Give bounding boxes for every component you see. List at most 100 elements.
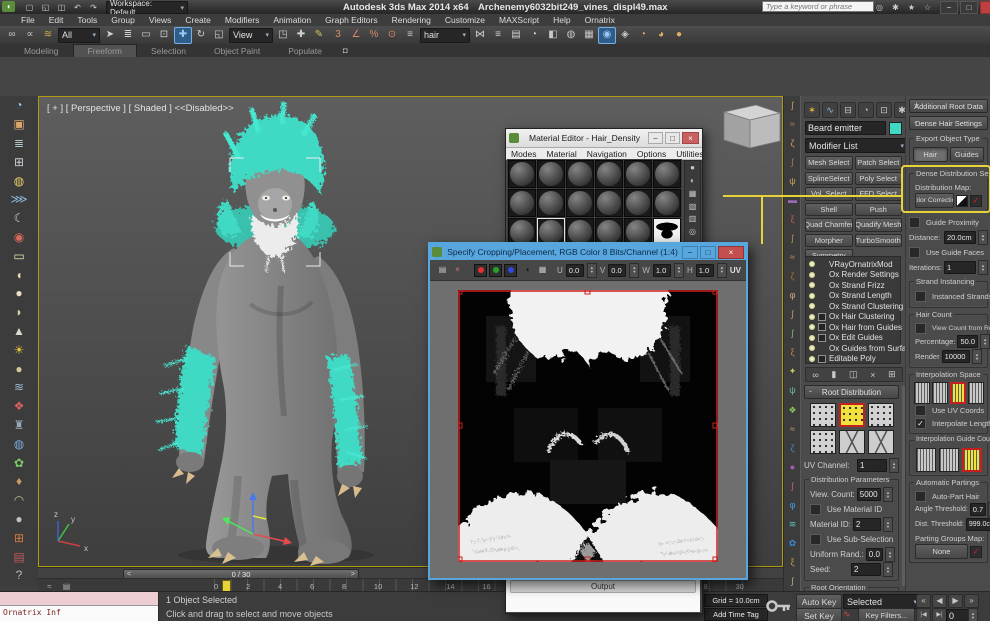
menu-item[interactable]: Help [546, 15, 577, 25]
modifier-stack-item[interactable]: Editable Poly [806, 354, 900, 365]
ornatrix-tool-icon[interactable]: ψ [789, 177, 795, 186]
uv-channel-field[interactable]: 1 [857, 459, 887, 472]
output-rollout[interactable]: Output [510, 580, 696, 593]
crop-tool-icon[interactable]: × [450, 263, 465, 277]
toolbar-icon[interactable]: ✚ [174, 27, 192, 44]
left-toolbar-icon[interactable]: ≋ [6, 378, 32, 396]
material-editor-tool-icon[interactable]: ● [690, 163, 695, 172]
color-correction-map-button[interactable]: ( Color Correction ) [915, 193, 954, 208]
frame-forward-arrow[interactable]: > [351, 571, 355, 578]
toolbar-icon[interactable]: ▭ [137, 27, 155, 44]
crop-tool-icon[interactable]: ◖ [520, 263, 535, 277]
left-toolbar-icon[interactable]: ☀ [6, 341, 32, 359]
distribution-thumbnail[interactable] [868, 430, 894, 454]
ornatrix-tool-icon[interactable]: ❖ [788, 406, 796, 415]
ribbon-tab[interactable]: Modeling [10, 45, 73, 57]
toolbar-icon[interactable]: ✚ [292, 27, 310, 44]
w-spinner[interactable] [674, 263, 684, 278]
ornatrix-tool-icon[interactable]: ✦ [789, 367, 797, 376]
u-field[interactable]: 0.0 [566, 264, 584, 277]
left-toolbar-icon[interactable]: ● [6, 360, 32, 378]
left-toolbar-icon[interactable]: ⊞ [6, 153, 32, 171]
playback-button[interactable]: » [964, 594, 979, 608]
toolbar-icon[interactable]: ◍ [562, 27, 580, 44]
maxscript-mini-listener[interactable]: Ornatrix Inf [0, 592, 159, 621]
menu-item[interactable]: Animation [266, 15, 318, 25]
close-button[interactable]: × [980, 1, 990, 14]
ornatrix-tool-icon[interactable]: ξ [790, 558, 794, 567]
keying-mode-dropdown[interactable]: Selected [843, 594, 921, 609]
ribbon-tab[interactable]: Object Paint [200, 45, 274, 57]
auto-key-button[interactable]: Auto Key [796, 594, 842, 609]
left-toolbar-icon[interactable]: ☾ [6, 209, 32, 227]
quick-access-icon[interactable]: ▢ [22, 1, 37, 15]
view-count-spinner[interactable] [883, 487, 893, 502]
left-toolbar-icon[interactable]: ⋙ [6, 190, 32, 208]
playback-button[interactable]: ▶ [948, 594, 963, 608]
dist-threshold-field[interactable]: 999.0cm [966, 518, 990, 531]
workspace-dropdown[interactable]: Workspace: Default [106, 1, 188, 14]
add-time-tag[interactable]: Add Time Tag [704, 608, 768, 621]
crop-tool-icon[interactable]: ▦ [535, 263, 550, 277]
toolbar-icon[interactable]: ➤ [101, 27, 119, 44]
search-input[interactable] [762, 1, 874, 12]
toolbar-icon[interactable]: ⊙ [383, 27, 401, 44]
left-toolbar-icon[interactable]: ◉ [6, 228, 32, 246]
left-toolbar-icon[interactable]: ≣ [6, 134, 32, 152]
quick-access-icon[interactable]: ↷ [86, 1, 101, 15]
viewport-label[interactable]: [ + ] [ Perspective ] [ Shaded ] <<Disab… [47, 103, 234, 114]
modifier-visibility-icon[interactable] [809, 261, 815, 267]
crop-tool-icon[interactable]: ▤ [435, 263, 450, 277]
material-sample-slot[interactable] [508, 160, 536, 188]
key-curve-icon[interactable]: ∿ [843, 609, 851, 620]
command-panel-tab[interactable]: ◔ [858, 102, 874, 118]
ornatrix-tool-icon[interactable]: ζ [791, 272, 795, 281]
menu-item[interactable]: Ornatrix [578, 15, 622, 25]
modifier-button[interactable]: Push [855, 203, 903, 217]
menu-item[interactable]: Customize [438, 15, 492, 25]
material-sample-slot[interactable] [595, 189, 623, 217]
named-selection-dropdown[interactable]: hair [420, 28, 470, 43]
toolbar-icon[interactable]: ◕ [652, 27, 670, 44]
modifier-visibility-icon[interactable] [809, 345, 815, 351]
channel-toggle[interactable] [474, 264, 487, 277]
v-spinner[interactable] [629, 263, 639, 278]
toolbar-icon[interactable]: ◳ [274, 27, 292, 44]
v-field[interactable]: 0.0 [608, 264, 626, 277]
modifier-enable-box[interactable] [818, 355, 826, 363]
selection-filter-dropdown[interactable]: All [58, 28, 100, 43]
crop-dialog-close[interactable]: × [718, 246, 744, 259]
modifier-stack-item[interactable]: Ox Strand Length [806, 291, 900, 302]
key-filters-button[interactable]: Key Filters... [858, 608, 915, 621]
modifier-button[interactable]: Patch Select [855, 156, 903, 170]
command-panel-tab[interactable]: ✶ [804, 102, 820, 118]
use-uv-coords-checkbox[interactable] [915, 405, 926, 416]
toolbar-icon[interactable]: ≡ [401, 27, 419, 44]
modifier-visibility-icon[interactable] [809, 282, 815, 288]
modifier-button[interactable]: Quad Chamfer [805, 218, 853, 232]
left-toolbar-icon[interactable]: ♜ [6, 416, 32, 434]
left-toolbar-icon[interactable]: ▭ [6, 247, 32, 265]
modifier-visibility-icon[interactable] [809, 293, 815, 299]
toolbar-icon[interactable]: ◱ [210, 27, 228, 44]
distribution-thumbnail[interactable] [868, 403, 894, 427]
distribution-thumbnail[interactable] [839, 403, 865, 427]
crop-dialog-minimize[interactable]: − [682, 246, 698, 259]
interpolate-length-checkbox[interactable] [915, 418, 926, 429]
distance-spinner[interactable] [978, 230, 988, 245]
toolbar-icon[interactable]: ∠ [347, 27, 365, 44]
material-editor-menu-item[interactable]: Navigation [582, 149, 632, 159]
modifier-stack-item[interactable]: Ox Edit Guides [806, 333, 900, 344]
modifier-stack-item[interactable]: Ox Hair Clustering [806, 312, 900, 323]
channel-toggle[interactable] [489, 264, 502, 277]
quick-access-icon[interactable]: ◫ [54, 1, 69, 15]
material-editor-tool-icon[interactable]: ▦ [689, 189, 697, 198]
command-panel-tab[interactable]: ⊟ [840, 102, 856, 118]
ornatrix-tool-icon[interactable]: φ [790, 291, 796, 300]
parting-map-enable-toggle[interactable]: ✓ [970, 546, 982, 558]
quick-access-icon[interactable]: ↶ [70, 1, 85, 15]
toolbar-icon[interactable]: ∞ [3, 27, 21, 44]
material-editor-tool-icon[interactable]: ▧ [689, 202, 697, 211]
material-editor-menu-item[interactable]: Modes [506, 149, 542, 159]
toolbar-icon[interactable]: ◈ [616, 27, 634, 44]
